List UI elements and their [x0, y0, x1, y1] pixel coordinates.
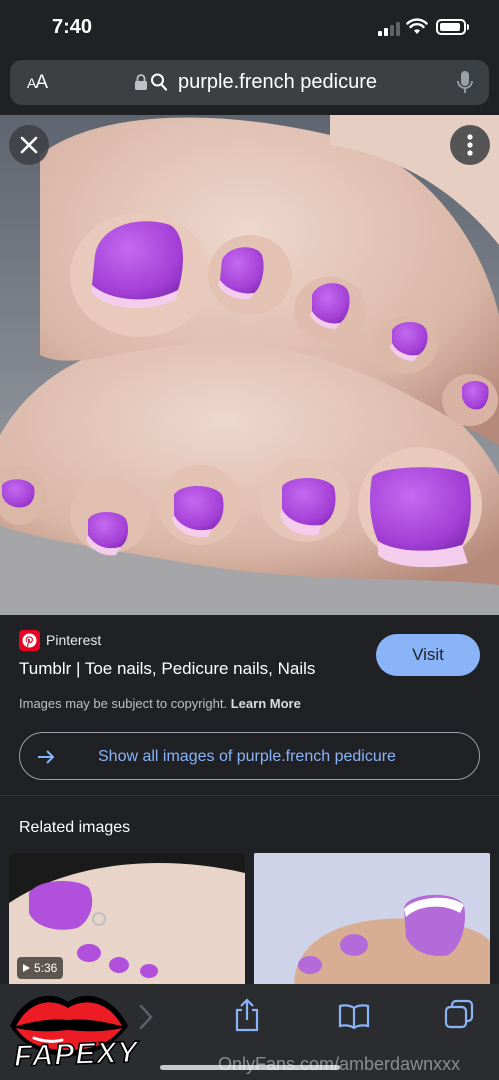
url-text[interactable]: purple.french pedicure	[178, 71, 377, 94]
status-bar: 7:40	[0, 0, 499, 56]
visit-button[interactable]: Visit	[376, 634, 480, 676]
text-size-button[interactable]: AA	[27, 72, 48, 94]
result-title[interactable]: Tumblr | Toe nails, Pedicure nails, Nail…	[19, 659, 315, 679]
pinterest-icon	[19, 630, 40, 651]
bookmarks-icon[interactable]	[338, 1003, 370, 1029]
copyright-notice: Images may be subject to copyright. Lear…	[19, 696, 301, 711]
more-options-button[interactable]	[450, 125, 490, 165]
share-icon[interactable]	[233, 998, 261, 1032]
wifi-icon	[406, 18, 428, 34]
related-images-heading: Related images	[19, 819, 131, 836]
arrow-right-icon	[38, 750, 55, 764]
related-image-thumbnail[interactable]	[254, 853, 490, 986]
duration-text: 5:36	[34, 961, 58, 975]
image-preview[interactable]	[0, 115, 499, 615]
forward-icon[interactable]	[138, 1004, 154, 1030]
lock-icon	[135, 74, 147, 90]
status-time: 7:40	[52, 16, 93, 38]
cellular-signal-icon	[378, 22, 402, 36]
play-icon	[23, 964, 30, 972]
logo-text: FAPEXY	[13, 1035, 140, 1074]
show-all-label: Show all images of purple.french pedicur…	[98, 748, 396, 765]
pedicure-photo	[0, 115, 499, 615]
search-icon	[151, 73, 168, 91]
close-button[interactable]	[9, 125, 49, 165]
video-duration-badge: 5:36	[17, 957, 64, 979]
copyright-text: Images may be subject to copyright.	[19, 696, 228, 711]
tabs-icon[interactable]	[444, 999, 474, 1029]
show-all-images-button[interactable]: Show all images of purple.french pedicur…	[19, 732, 480, 780]
more-vertical-icon	[467, 134, 473, 156]
home-indicator[interactable]	[160, 1065, 340, 1070]
microphone-icon[interactable]	[456, 70, 474, 96]
related-images-section: Related images 5:36	[0, 796, 499, 986]
related-image-photo	[254, 853, 490, 986]
image-info-panel: Pinterest Tumblr | Toe nails, Pedicure n…	[0, 615, 499, 795]
address-bar[interactable]: AA purple.french pedicure	[10, 60, 489, 105]
battery-icon	[436, 19, 469, 35]
source-name[interactable]: Pinterest	[46, 632, 101, 648]
learn-more-link[interactable]: Learn More	[231, 696, 301, 711]
close-icon	[20, 136, 38, 154]
related-image-thumbnail[interactable]: 5:36	[9, 853, 245, 986]
